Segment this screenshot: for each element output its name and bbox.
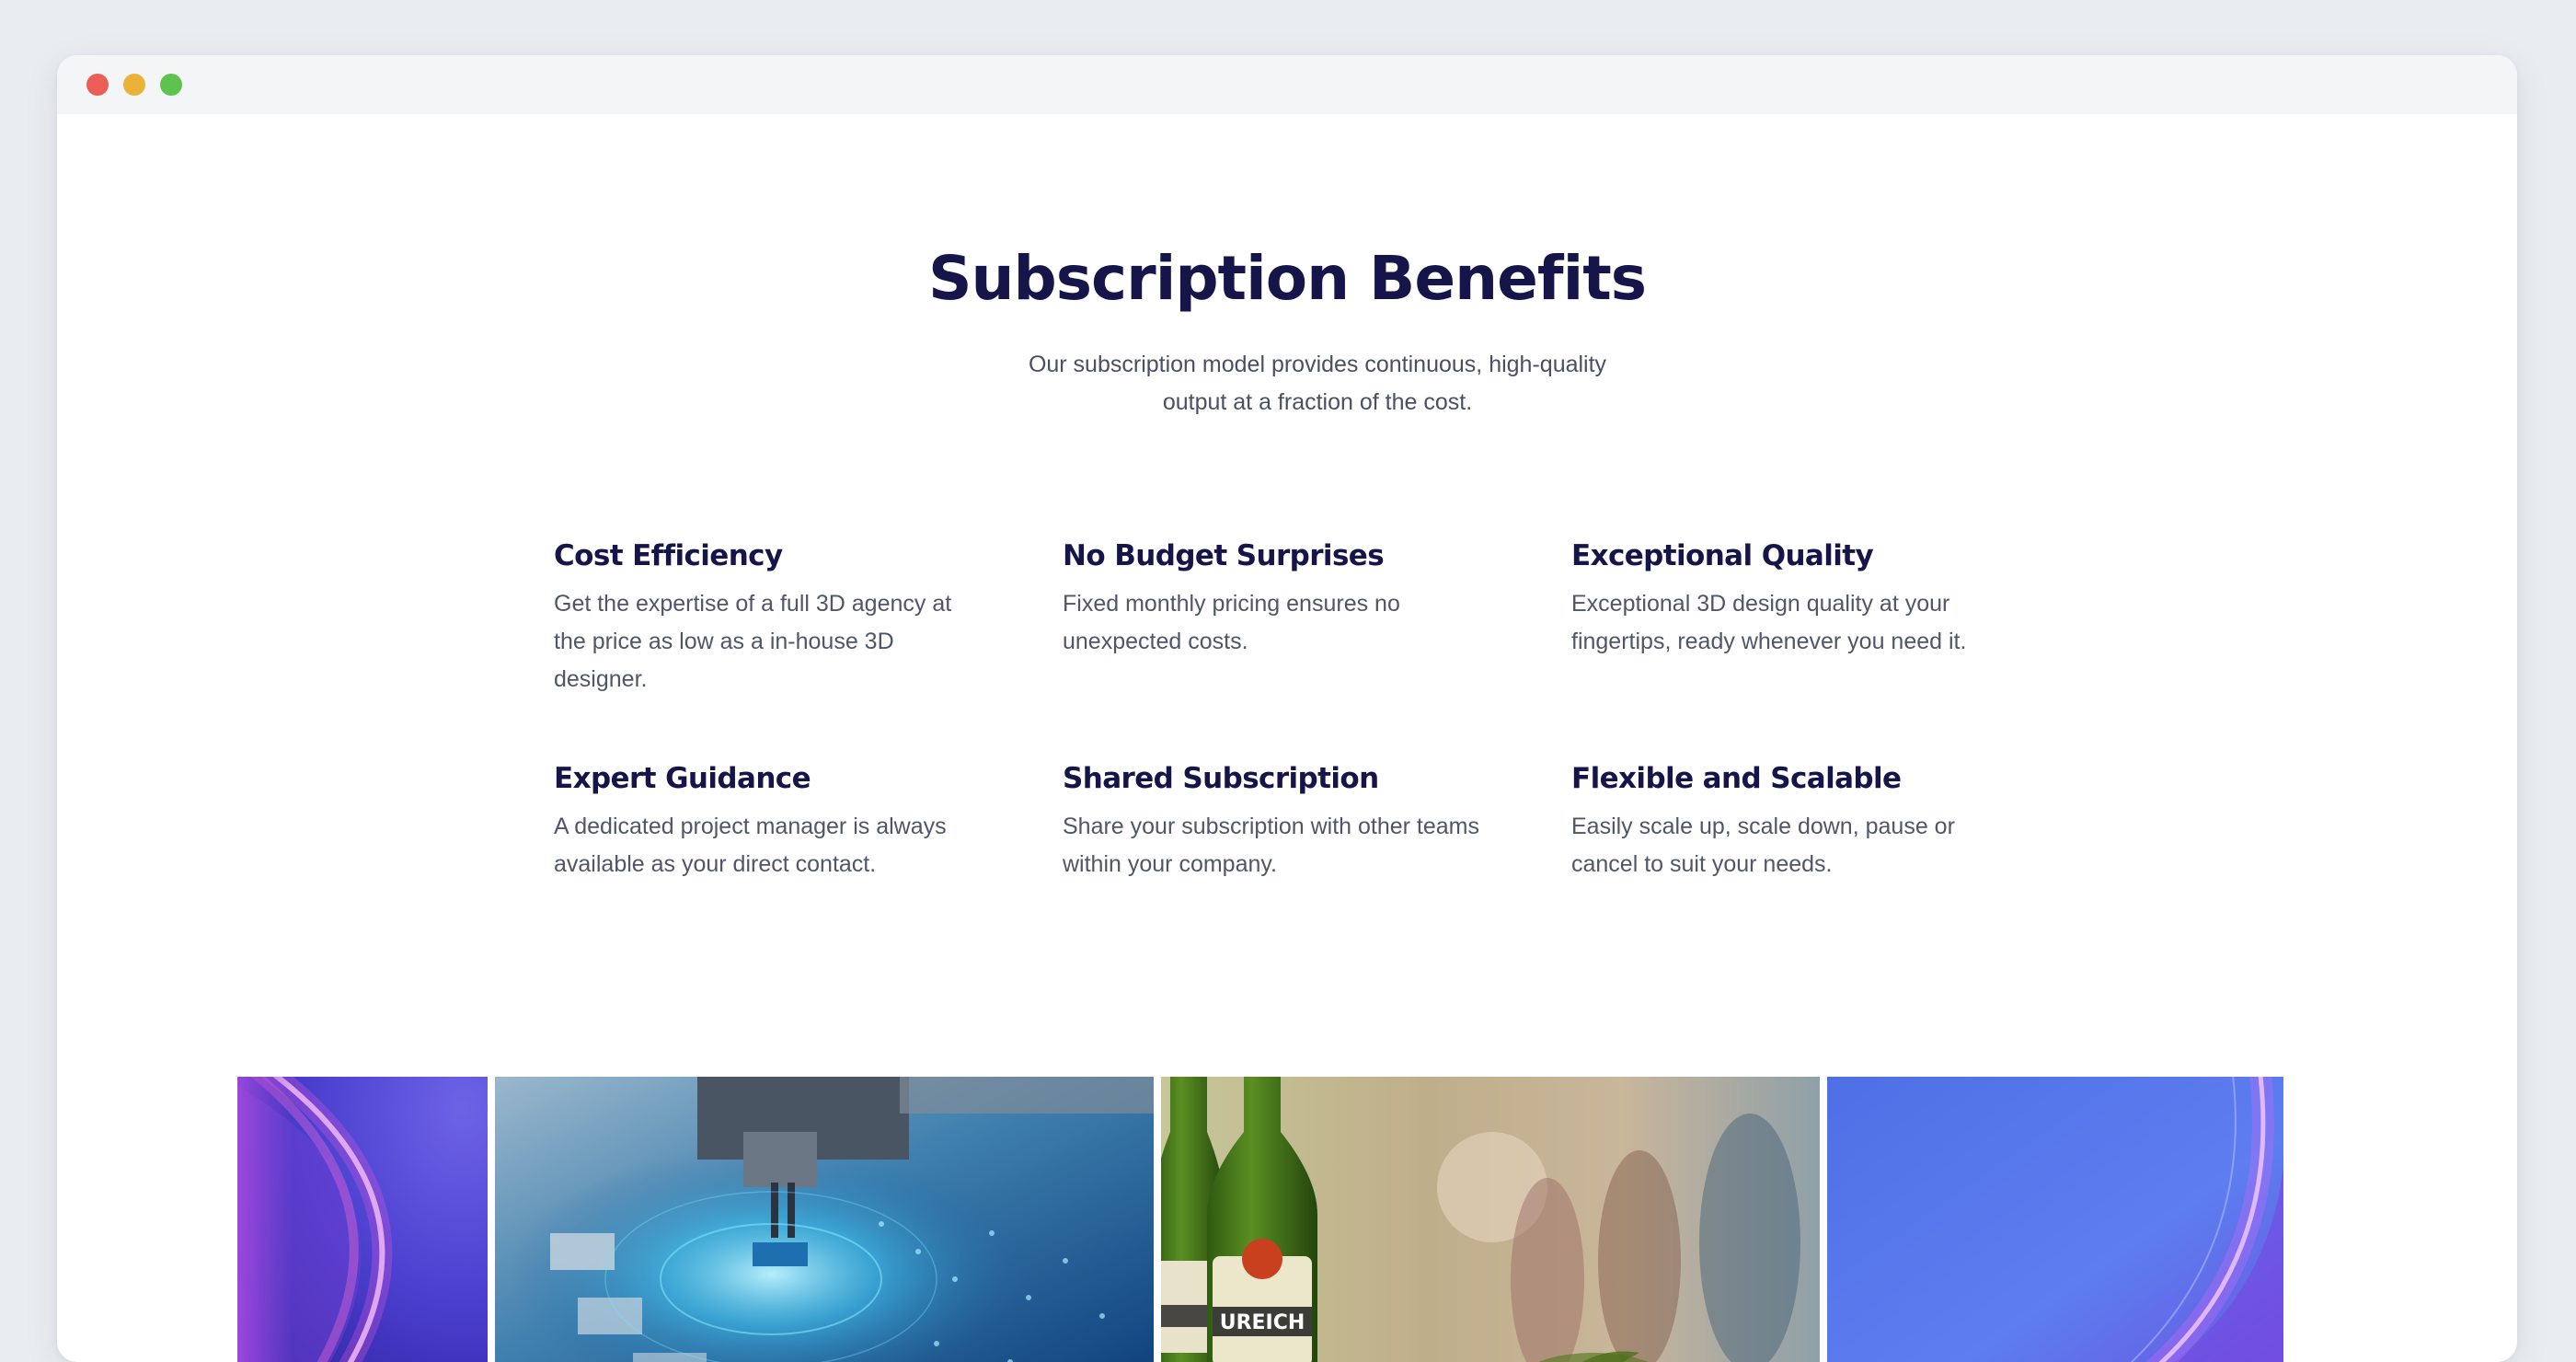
bottle-label-text: UREICH [1220,1311,1305,1334]
benefit-title: Expert Guidance [554,762,811,795]
benefit-title: Shared Subscription [1063,762,1379,795]
minimize-window-button[interactable] [123,74,145,96]
benefit-description: A dedicated project manager is always av… [554,814,947,877]
circuit-board-image [495,1077,1154,1362]
benefits-grid: Cost Efficiency Get the expertise of a f… [554,537,2081,942]
benefit-title: Exceptional Quality [1571,539,1874,572]
benefit-description: Easily scale up, scale down, pause or ca… [1571,814,1955,877]
section-title: Subscription Benefits [927,243,1647,314]
beer-bottles-image: UREICH [1161,1077,1820,1362]
gallery-image-purple-wave [237,1077,488,1362]
blue-wave-image [1827,1077,2283,1362]
maximize-window-button[interactable] [160,74,182,96]
benefit-shared-subscription: Shared Subscription Share your subscript… [1063,760,1495,883]
gallery-image-circuit-board [495,1077,1154,1362]
close-window-button[interactable] [86,74,109,96]
benefit-description: Share your subscription with other teams… [1063,814,1479,877]
benefit-title: Cost Efficiency [554,539,783,572]
image-gallery: UREICH [237,1077,2283,1362]
benefit-description: Exceptional 3D design quality at your fi… [1571,591,1967,654]
page-content: Subscription Benefits Our subscription m… [57,114,2517,1362]
section-subtitle: Our subscription model provides continuo… [1028,352,1607,415]
browser-window: Subscription Benefits Our subscription m… [57,55,2517,1362]
benefit-exceptional-quality: Exceptional Quality Exceptional 3D desig… [1571,537,2004,661]
window-titlebar [57,55,2517,114]
benefit-cost-efficiency: Cost Efficiency Get the expertise of a f… [554,537,986,698]
benefit-description: Get the expertise of a full 3D agency at… [554,591,952,692]
gallery-image-blue-wave [1827,1077,2283,1362]
purple-wave-image [237,1077,488,1362]
benefit-expert-guidance: Expert Guidance A dedicated project mana… [554,760,986,883]
benefit-description: Fixed monthly pricing ensures no unexpec… [1063,591,1400,654]
benefit-title: Flexible and Scalable [1571,762,1902,795]
benefit-flexible-and-scalable: Flexible and Scalable Easily scale up, s… [1571,760,2004,883]
benefit-no-budget-surprises: No Budget Surprises Fixed monthly pricin… [1063,537,1495,661]
benefit-title: No Budget Surprises [1063,539,1385,572]
gallery-image-beer-bottles: UREICH [1161,1077,1820,1362]
